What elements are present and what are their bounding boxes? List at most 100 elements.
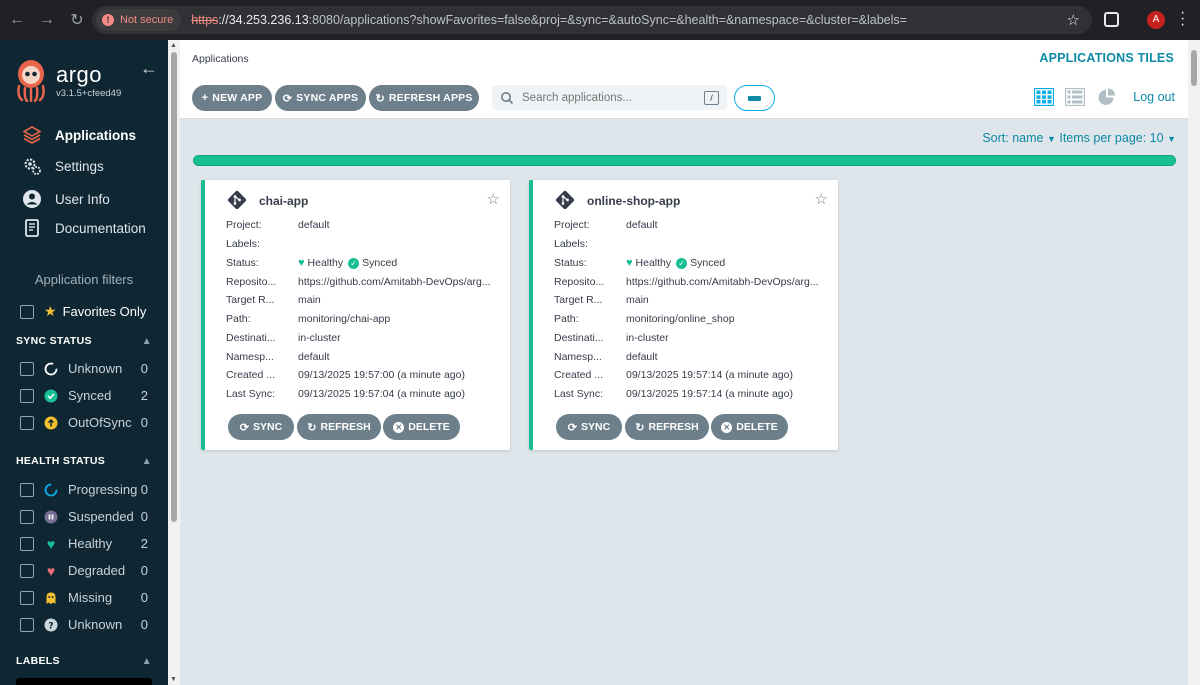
- delete-button[interactable]: ✕ DELETE: [711, 414, 788, 440]
- field-value: main: [626, 294, 649, 306]
- minus-icon: [748, 95, 761, 101]
- nav-settings[interactable]: Settings: [22, 156, 104, 176]
- scroll-down-icon[interactable]: ▼: [170, 676, 177, 683]
- page-scrollbar[interactable]: [1188, 40, 1200, 685]
- app-card-chai-app[interactable]: chai-app ☆ Project: default Labels: Statu…: [201, 180, 510, 450]
- extensions-icon[interactable]: [1104, 12, 1119, 27]
- button-label: DELETE: [408, 421, 450, 433]
- checkbox[interactable]: [20, 388, 34, 403]
- list-view-icon[interactable]: [1065, 88, 1085, 106]
- search-shortcut-badge: /: [704, 91, 719, 105]
- filter-label: Synced: [68, 388, 112, 403]
- nav-documentation[interactable]: Documentation: [22, 218, 146, 238]
- scrollbar-thumb[interactable]: [1191, 50, 1197, 86]
- field-value: https://github.com/Amitabh-DevOps/arg...: [298, 276, 491, 288]
- filter-sync-unknown[interactable]: Unknown 0: [20, 361, 150, 376]
- app-card-online-shop-app[interactable]: online-shop-app ☆ Project: default Labels…: [529, 180, 838, 450]
- refresh-button[interactable]: ↻ REFRESH: [297, 414, 381, 440]
- favorite-star-icon[interactable]: ☆: [487, 190, 500, 208]
- bookmark-star-icon[interactable]: ☆: [1067, 11, 1080, 29]
- filter-synced[interactable]: Synced 2: [20, 388, 150, 403]
- breadcrumb[interactable]: Applications: [192, 53, 249, 65]
- search-input[interactable]: [522, 91, 692, 104]
- section-label: SYNC STATUS: [16, 335, 92, 347]
- times-circle-icon: ✕: [721, 421, 733, 433]
- logout-link[interactable]: Log out: [1133, 90, 1175, 104]
- collapse-arrow-icon[interactable]: ←: [140, 58, 158, 79]
- refresh-button[interactable]: ↻ REFRESH: [625, 414, 709, 440]
- sidebar-scrollbar[interactable]: ▲ ▼: [168, 40, 180, 685]
- caret-up-icon[interactable]: ▲: [142, 336, 152, 347]
- filter-outofsync[interactable]: OutOfSync 0: [20, 415, 150, 430]
- scrollbar-thumb[interactable]: [171, 52, 177, 522]
- field-value: 09/13/2025 19:57:04 (a minute ago): [298, 388, 465, 400]
- app-name[interactable]: online-shop-app: [587, 194, 680, 208]
- filter-degraded[interactable]: ♥ Degraded 0: [20, 562, 150, 579]
- delete-button[interactable]: ✕ DELETE: [383, 414, 460, 440]
- sync-status-title[interactable]: SYNC STATUS ▲: [16, 335, 156, 347]
- favorites-checkbox[interactable]: [20, 304, 34, 319]
- nav-applications[interactable]: Applications: [22, 125, 136, 145]
- filter-missing[interactable]: Missing 0: [20, 590, 150, 605]
- checkbox[interactable]: [20, 617, 34, 632]
- favorite-star-icon[interactable]: ☆: [815, 190, 828, 208]
- search-box[interactable]: /: [492, 85, 727, 110]
- caret-up-icon[interactable]: ▲: [142, 656, 152, 667]
- field-label: Labels:: [226, 238, 260, 250]
- filter-toggle-button[interactable]: [734, 85, 775, 111]
- question-circle-icon: ?: [44, 618, 58, 632]
- favorites-filter[interactable]: ★ Favorites Only: [20, 303, 146, 320]
- tiles-view-icon[interactable]: [1034, 88, 1054, 106]
- forward-icon[interactable]: →: [32, 11, 62, 29]
- field-label: Status:: [226, 257, 259, 269]
- items-per-page-label: Items per page: 10: [1059, 131, 1164, 145]
- filter-suspended[interactable]: Suspended 0: [20, 509, 150, 524]
- profile-avatar[interactable]: A: [1147, 11, 1165, 29]
- scroll-up-icon[interactable]: ▲: [170, 42, 177, 49]
- url-text[interactable]: https://34.253.236.13:8080/applications?…: [191, 13, 907, 27]
- argo-logo-icon: [17, 60, 45, 102]
- health-status: Healthy: [307, 257, 344, 269]
- address-bar[interactable]: ! Not secure https://34.253.236.13:8080/…: [92, 6, 1092, 34]
- sort-dropdown[interactable]: Sort: name ▼: [982, 131, 1056, 145]
- app-name[interactable]: chai-app: [259, 194, 308, 208]
- sort-label: Sort: name: [982, 131, 1044, 145]
- filter-progressing[interactable]: Progressing 0: [20, 482, 150, 497]
- nav-user-info[interactable]: User Info: [22, 189, 110, 209]
- sync-apps-button[interactable]: ⟳ SYNC APPS: [275, 85, 366, 111]
- field-status: Status: ♥ Healthy ✓ Synced: [226, 257, 397, 269]
- brand-name: argo: [56, 62, 103, 87]
- checkbox[interactable]: [20, 482, 34, 497]
- health-status-title[interactable]: HEALTH STATUS ▲: [16, 455, 156, 467]
- labels-title[interactable]: LABELS ▲: [16, 655, 156, 667]
- refresh-apps-button[interactable]: ↻ REFRESH APPS: [369, 85, 479, 111]
- items-per-page-dropdown[interactable]: Items per page: 10 ▼: [1059, 131, 1176, 145]
- filter-count: 0: [140, 361, 148, 376]
- health-status: Healthy: [635, 257, 672, 269]
- checkbox[interactable]: [20, 415, 34, 430]
- checkbox[interactable]: [20, 563, 34, 578]
- caret-up-icon[interactable]: ▲: [142, 456, 152, 467]
- filter-health-unknown[interactable]: ? Unknown 0: [20, 617, 150, 632]
- reload-icon[interactable]: ↻: [62, 10, 92, 30]
- checkbox[interactable]: [20, 536, 34, 551]
- labels-input[interactable]: [16, 678, 152, 685]
- pie-chart-view-icon[interactable]: [1097, 88, 1117, 106]
- checkbox[interactable]: [20, 361, 34, 376]
- filter-healthy[interactable]: ♥ Healthy 2: [20, 536, 150, 552]
- back-icon[interactable]: ←: [2, 11, 32, 29]
- heart-broken-icon: ♥: [46, 562, 56, 579]
- new-app-button[interactable]: + NEW APP: [192, 85, 272, 111]
- field-target-revision: Target R... main: [554, 294, 649, 306]
- browser-menu-icon[interactable]: · · ·: [1180, 5, 1185, 33]
- git-icon: [227, 190, 247, 210]
- sync-button[interactable]: ⟳ SYNC: [228, 414, 294, 440]
- filter-label: Unknown: [68, 617, 123, 632]
- checkbox[interactable]: [20, 509, 34, 524]
- sync-button[interactable]: ⟳ SYNC: [556, 414, 622, 440]
- checkbox[interactable]: [20, 590, 34, 605]
- button-label: DELETE: [736, 421, 778, 433]
- security-chip[interactable]: ! Not secure: [96, 9, 182, 31]
- filter-count: 0: [140, 617, 148, 632]
- page-title: APPLICATIONS TILES: [1039, 51, 1174, 65]
